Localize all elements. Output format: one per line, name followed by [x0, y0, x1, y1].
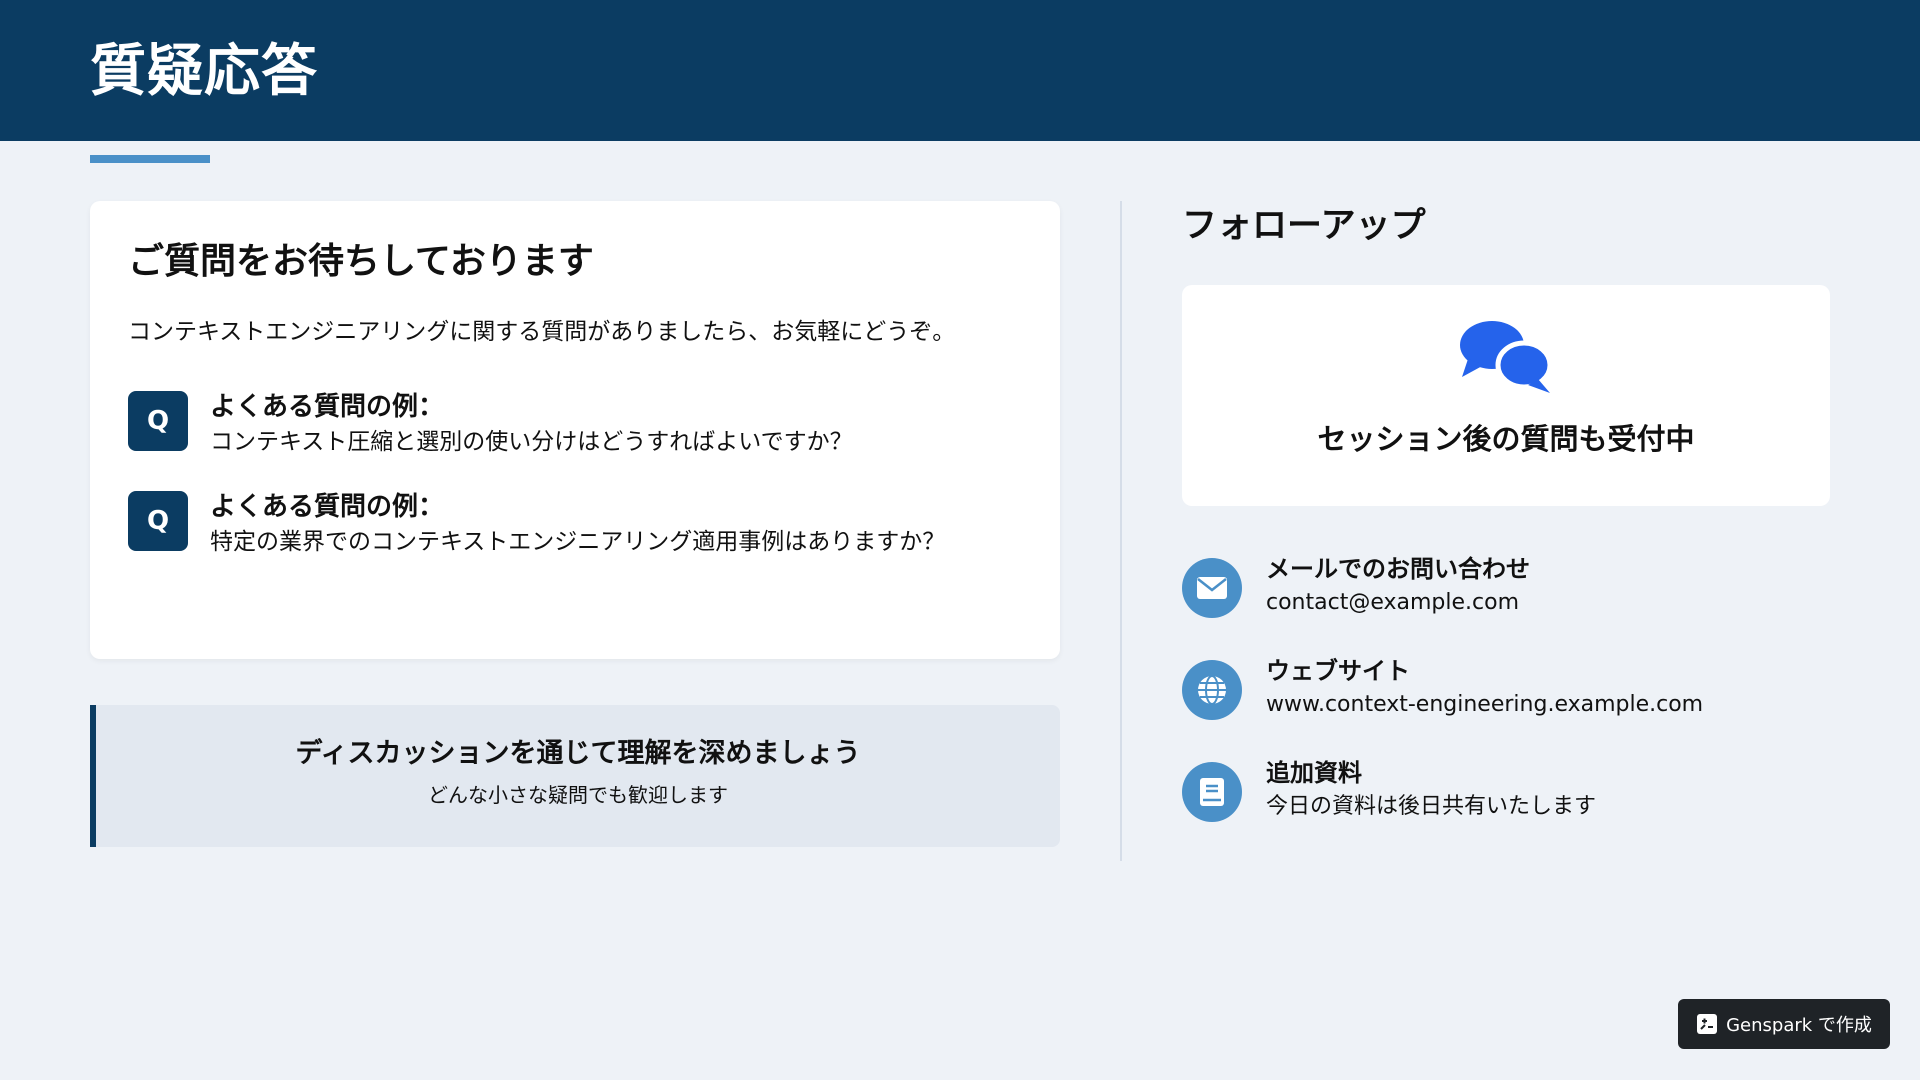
genspark-icon: [1697, 1014, 1718, 1034]
discussion-title: ディスカッションを通じて理解を深めましょう: [295, 738, 861, 769]
followup-card-text: セッション後の質問も受付中: [1317, 422, 1695, 456]
chat-bubbles-icon: [1460, 321, 1553, 393]
genspark-badge[interactable]: Genspark で作成: [1678, 999, 1890, 1049]
faq-question: コンテキスト圧縮と選別の使い分けはどうすればよいですか？: [210, 429, 853, 455]
contact-materials-value: 今日の資料は後日共有いたします: [1266, 794, 1597, 819]
left-column: ご質問をお待ちしております コンテキストエンジニアリングに関する質問がありました…: [90, 201, 1060, 847]
book-icon: [1182, 762, 1242, 822]
faq-label: よくある質問の例：: [210, 492, 445, 522]
faq-item: Q よくある質問の例： 特定の業界でのコンテキストエンジニアリング適用事例はあり…: [128, 489, 1022, 559]
title-accent-bar: [90, 155, 210, 163]
contact-website: ウェブサイト www.context-engineering.example.c…: [1182, 657, 1830, 722]
column-divider: [1120, 201, 1122, 861]
contact-email-value[interactable]: contact@example.com: [1266, 586, 1530, 620]
badge-text: Genspark で作成: [1726, 1015, 1872, 1036]
contact-label: 追加資料: [1266, 759, 1362, 787]
contact-label: ウェブサイト: [1266, 657, 1410, 685]
q-icon: Q: [128, 491, 188, 551]
discussion-subtitle: どんな小さな疑問でも歓迎します: [428, 783, 728, 807]
envelope-icon: [1182, 558, 1242, 618]
contact-email: メールでのお問い合わせ contact@example.com: [1182, 555, 1830, 620]
questions-intro: コンテキストエンジニアリングに関する質問がありましたら、お気軽にどうぞ。: [128, 319, 956, 345]
contact-label: メールでのお問い合わせ: [1266, 555, 1530, 583]
contact-email-text: メールでのお問い合わせ contact@example.com: [1266, 552, 1530, 620]
globe-icon: [1182, 660, 1242, 720]
q-icon: Q: [128, 391, 188, 451]
faq-label: よくある質問の例：: [210, 392, 445, 422]
faq-question: 特定の業界でのコンテキストエンジニアリング適用事例はありますか？: [210, 529, 946, 555]
contact-website-value[interactable]: www.context-engineering.example.com: [1266, 688, 1703, 722]
faq-text: よくある質問の例： 特定の業界でのコンテキストエンジニアリング適用事例はあります…: [210, 489, 945, 559]
questions-card: ご質問をお待ちしております コンテキストエンジニアリングに関する質問がありました…: [90, 201, 1060, 659]
contact-website-text: ウェブサイト www.context-engineering.example.c…: [1266, 654, 1703, 722]
faq-text: よくある質問の例： コンテキスト圧縮と選別の使い分けはどうすればよいですか？: [210, 389, 853, 459]
right-column: フォローアップ セッション後の質問も受付中 メールでのお問い合わせ contac…: [1182, 201, 1830, 824]
contact-materials: 追加資料 今日の資料は後日共有いたします: [1182, 759, 1830, 824]
page-header: 質疑応答: [0, 0, 1920, 141]
faq-item: Q よくある質問の例： コンテキスト圧縮と選別の使い分けはどうすればよいですか？: [128, 389, 1022, 459]
page-title: 質疑応答: [90, 39, 318, 104]
contact-materials-text: 追加資料 今日の資料は後日共有いたします: [1266, 756, 1596, 824]
followup-title: フォローアップ: [1182, 206, 1426, 246]
followup-card: セッション後の質問も受付中: [1182, 285, 1830, 506]
discussion-callout: ディスカッションを通じて理解を深めましょう どんな小さな疑問でも歓迎します: [90, 705, 1060, 847]
questions-card-title: ご質問をお待ちしております: [128, 241, 594, 282]
